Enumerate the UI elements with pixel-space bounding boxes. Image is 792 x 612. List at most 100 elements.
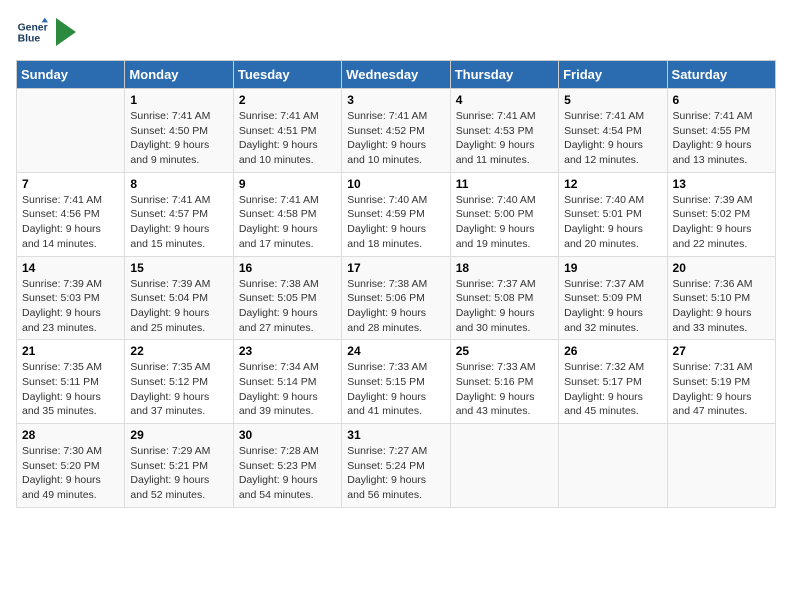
calendar-cell: 21 Sunrise: 7:35 AM Sunset: 5:11 PM Dayli… — [17, 340, 125, 424]
day-number: 9 — [239, 177, 336, 191]
calendar-cell: 8Sunrise: 7:41 AM Sunset: 4:57 PM Daylig… — [125, 172, 233, 256]
day-info: Sunrise: 7:41 AM Sunset: 4:52 PM Dayligh… — [347, 109, 444, 168]
calendar-cell: 19 Sunrise: 7:37 AM Sunset: 5:09 PM Dayli… — [559, 256, 667, 340]
day-number: 19 — [564, 261, 661, 275]
day-number: 29 — [130, 428, 227, 442]
day-number: 5 — [564, 93, 661, 107]
calendar-cell — [559, 424, 667, 508]
day-number: 13 — [673, 177, 770, 191]
calendar-cell — [667, 424, 775, 508]
calendar-cell: 12 Sunrise: 7:40 AM Sunset: 5:01 PM Dayli… — [559, 172, 667, 256]
logo-arrow-icon — [56, 18, 76, 46]
day-number: 7 — [22, 177, 119, 191]
column-header-monday: Monday — [125, 61, 233, 89]
calendar-cell: 5 Sunrise: 7:41 AM Sunset: 4:54 PM Daylig… — [559, 89, 667, 173]
calendar-cell: 4Sunrise: 7:41 AM Sunset: 4:53 PM Daylig… — [450, 89, 558, 173]
day-number: 12 — [564, 177, 661, 191]
day-info: Sunrise: 7:31 AM Sunset: 5:19 PM Dayligh… — [673, 360, 770, 419]
day-info: Sunrise: 7:41 AM Sunset: 4:50 PM Dayligh… — [130, 109, 227, 168]
day-info: Sunrise: 7:36 AM Sunset: 5:10 PM Dayligh… — [673, 277, 770, 336]
day-info: Sunrise: 7:37 AM Sunset: 5:09 PM Dayligh… — [564, 277, 661, 336]
calendar-cell: 10Sunrise: 7:40 AM Sunset: 4:59 PM Dayli… — [342, 172, 450, 256]
day-info: Sunrise: 7:37 AM Sunset: 5:08 PM Dayligh… — [456, 277, 553, 336]
calendar-cell: 24 Sunrise: 7:33 AM Sunset: 5:15 PM Dayli… — [342, 340, 450, 424]
day-number: 30 — [239, 428, 336, 442]
day-info: Sunrise: 7:35 AM Sunset: 5:12 PM Dayligh… — [130, 360, 227, 419]
day-info: Sunrise: 7:39 AM Sunset: 5:03 PM Dayligh… — [22, 277, 119, 336]
calendar-cell: 7 Sunrise: 7:41 AM Sunset: 4:56 PM Daylig… — [17, 172, 125, 256]
day-info: Sunrise: 7:28 AM Sunset: 5:23 PM Dayligh… — [239, 444, 336, 503]
column-header-thursday: Thursday — [450, 61, 558, 89]
calendar-cell: 13 Sunrise: 7:39 AM Sunset: 5:02 PM Dayli… — [667, 172, 775, 256]
day-info: Sunrise: 7:41 AM Sunset: 4:58 PM Dayligh… — [239, 193, 336, 252]
calendar-cell: 2 Sunrise: 7:41 AM Sunset: 4:51 PM Daylig… — [233, 89, 341, 173]
day-info: Sunrise: 7:39 AM Sunset: 5:04 PM Dayligh… — [130, 277, 227, 336]
calendar-cell: 18 Sunrise: 7:37 AM Sunset: 5:08 PM Dayli… — [450, 256, 558, 340]
day-number: 21 — [22, 344, 119, 358]
calendar-cell: 20 Sunrise: 7:36 AM Sunset: 5:10 PM Dayli… — [667, 256, 775, 340]
day-number: 24 — [347, 344, 444, 358]
page-header: General Blue — [16, 16, 776, 48]
calendar-cell: 14 Sunrise: 7:39 AM Sunset: 5:03 PM Dayli… — [17, 256, 125, 340]
calendar-cell: 27 Sunrise: 7:31 AM Sunset: 5:19 PM Dayli… — [667, 340, 775, 424]
day-info: Sunrise: 7:35 AM Sunset: 5:11 PM Dayligh… — [22, 360, 119, 419]
calendar-cell: 3 Sunrise: 7:41 AM Sunset: 4:52 PM Daylig… — [342, 89, 450, 173]
calendar-cell: 28 Sunrise: 7:30 AM Sunset: 5:20 PM Dayli… — [17, 424, 125, 508]
day-info: Sunrise: 7:40 AM Sunset: 5:01 PM Dayligh… — [564, 193, 661, 252]
day-number: 31 — [347, 428, 444, 442]
day-info: Sunrise: 7:39 AM Sunset: 5:02 PM Dayligh… — [673, 193, 770, 252]
calendar-cell: 11 Sunrise: 7:40 AM Sunset: 5:00 PM Dayli… — [450, 172, 558, 256]
day-number: 26 — [564, 344, 661, 358]
calendar-cell: 15Sunrise: 7:39 AM Sunset: 5:04 PM Dayli… — [125, 256, 233, 340]
day-number: 20 — [673, 261, 770, 275]
calendar-cell: 17 Sunrise: 7:38 AM Sunset: 5:06 PM Dayli… — [342, 256, 450, 340]
day-number: 11 — [456, 177, 553, 191]
calendar-table: SundayMondayTuesdayWednesdayThursdayFrid… — [16, 60, 776, 508]
day-info: Sunrise: 7:38 AM Sunset: 5:05 PM Dayligh… — [239, 277, 336, 336]
column-header-saturday: Saturday — [667, 61, 775, 89]
day-info: Sunrise: 7:30 AM Sunset: 5:20 PM Dayligh… — [22, 444, 119, 503]
day-info: Sunrise: 7:29 AM Sunset: 5:21 PM Dayligh… — [130, 444, 227, 503]
svg-text:General: General — [18, 22, 48, 33]
day-info: Sunrise: 7:32 AM Sunset: 5:17 PM Dayligh… — [564, 360, 661, 419]
column-header-sunday: Sunday — [17, 61, 125, 89]
calendar-cell: 16Sunrise: 7:38 AM Sunset: 5:05 PM Dayli… — [233, 256, 341, 340]
logo: General Blue — [16, 16, 76, 48]
calendar-cell: 22Sunrise: 7:35 AM Sunset: 5:12 PM Dayli… — [125, 340, 233, 424]
day-number: 28 — [22, 428, 119, 442]
column-header-wednesday: Wednesday — [342, 61, 450, 89]
day-info: Sunrise: 7:41 AM Sunset: 4:54 PM Dayligh… — [564, 109, 661, 168]
day-number: 1 — [130, 93, 227, 107]
day-number: 4 — [456, 93, 553, 107]
svg-text:Blue: Blue — [18, 34, 41, 45]
day-number: 3 — [347, 93, 444, 107]
calendar-cell: 26 Sunrise: 7:32 AM Sunset: 5:17 PM Dayli… — [559, 340, 667, 424]
day-number: 27 — [673, 344, 770, 358]
day-info: Sunrise: 7:38 AM Sunset: 5:06 PM Dayligh… — [347, 277, 444, 336]
day-info: Sunrise: 7:40 AM Sunset: 4:59 PM Dayligh… — [347, 193, 444, 252]
day-info: Sunrise: 7:41 AM Sunset: 4:51 PM Dayligh… — [239, 109, 336, 168]
calendar-cell: 9 Sunrise: 7:41 AM Sunset: 4:58 PM Daylig… — [233, 172, 341, 256]
day-info: Sunrise: 7:34 AM Sunset: 5:14 PM Dayligh… — [239, 360, 336, 419]
calendar-cell: 6Sunrise: 7:41 AM Sunset: 4:55 PM Daylig… — [667, 89, 775, 173]
day-number: 14 — [22, 261, 119, 275]
day-number: 18 — [456, 261, 553, 275]
day-number: 8 — [130, 177, 227, 191]
day-info: Sunrise: 7:41 AM Sunset: 4:56 PM Dayligh… — [22, 193, 119, 252]
day-number: 6 — [673, 93, 770, 107]
day-info: Sunrise: 7:27 AM Sunset: 5:24 PM Dayligh… — [347, 444, 444, 503]
day-number: 25 — [456, 344, 553, 358]
day-number: 2 — [239, 93, 336, 107]
column-header-tuesday: Tuesday — [233, 61, 341, 89]
column-header-friday: Friday — [559, 61, 667, 89]
calendar-cell: 29 Sunrise: 7:29 AM Sunset: 5:21 PM Dayli… — [125, 424, 233, 508]
calendar-cell: 25 Sunrise: 7:33 AM Sunset: 5:16 PM Dayli… — [450, 340, 558, 424]
logo-icon: General Blue — [16, 16, 48, 48]
day-number: 23 — [239, 344, 336, 358]
calendar-cell: 1 Sunrise: 7:41 AM Sunset: 4:50 PM Daylig… — [125, 89, 233, 173]
calendar-cell — [17, 89, 125, 173]
day-number: 17 — [347, 261, 444, 275]
day-info: Sunrise: 7:40 AM Sunset: 5:00 PM Dayligh… — [456, 193, 553, 252]
day-info: Sunrise: 7:33 AM Sunset: 5:15 PM Dayligh… — [347, 360, 444, 419]
day-info: Sunrise: 7:33 AM Sunset: 5:16 PM Dayligh… — [456, 360, 553, 419]
